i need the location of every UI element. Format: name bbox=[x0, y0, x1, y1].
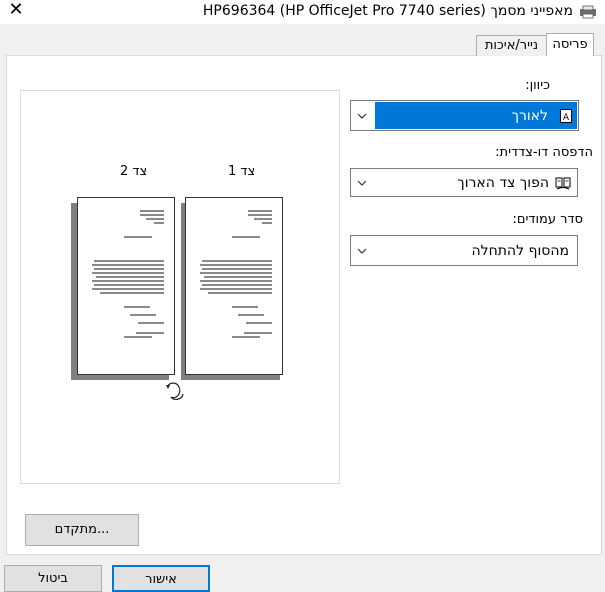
duplex-combobox[interactable]: הפוך צד הארוך bbox=[350, 168, 578, 197]
page-2-thumbnail bbox=[77, 197, 175, 375]
side-2-label: צד 2 bbox=[120, 164, 148, 179]
text-line bbox=[124, 336, 152, 338]
advanced-button[interactable]: מתקדם... bbox=[25, 514, 139, 546]
window-title: מאפייני מסמך (HP696364 (HP OfficeJet Pro… bbox=[202, 3, 573, 19]
chevron-down-icon bbox=[353, 169, 371, 196]
text-line bbox=[202, 268, 272, 270]
text-line bbox=[202, 284, 272, 286]
text-line bbox=[246, 322, 272, 324]
text-line bbox=[92, 288, 164, 290]
portrait-page-icon: A bbox=[560, 108, 572, 123]
text-line bbox=[140, 214, 164, 216]
text-line bbox=[140, 210, 164, 212]
text-line bbox=[138, 322, 164, 324]
tab-layout[interactable]: פריסה bbox=[546, 33, 594, 56]
text-line bbox=[204, 276, 272, 278]
text-line bbox=[244, 332, 272, 334]
page-1-thumbnail bbox=[185, 197, 283, 375]
text-line bbox=[136, 332, 164, 334]
text-line bbox=[146, 218, 164, 220]
flip-long-edge-icon bbox=[166, 382, 184, 400]
page-order-value: מהסוף להתחלה bbox=[471, 242, 569, 259]
text-line bbox=[124, 306, 150, 308]
text-line bbox=[208, 292, 272, 294]
text-line bbox=[248, 214, 272, 216]
text-line bbox=[248, 210, 272, 212]
text-line bbox=[154, 222, 164, 224]
text-line bbox=[202, 260, 272, 262]
text-line bbox=[200, 264, 272, 266]
text-line bbox=[92, 280, 164, 282]
text-line bbox=[232, 236, 260, 238]
text-line bbox=[262, 222, 272, 224]
duplex-preview bbox=[20, 90, 340, 484]
text-line bbox=[92, 272, 164, 274]
page-order-label: סדר עמודים: bbox=[512, 212, 583, 227]
text-line bbox=[130, 314, 156, 316]
printer-icon bbox=[580, 5, 596, 19]
orientation-label: כיוון: bbox=[525, 78, 550, 93]
text-line bbox=[254, 218, 272, 220]
duplex-book-icon bbox=[555, 177, 571, 189]
text-line bbox=[96, 276, 164, 278]
chevron-down-icon bbox=[353, 101, 371, 130]
text-line bbox=[94, 268, 164, 270]
duplex-value: הפוך צד הארוך bbox=[457, 174, 549, 191]
text-line bbox=[232, 336, 260, 338]
text-line bbox=[124, 236, 152, 238]
orientation-combobox[interactable]: לאורך A bbox=[350, 100, 579, 131]
text-line bbox=[200, 280, 272, 282]
duplex-label: הדפסה דו-צדדית: bbox=[495, 145, 593, 160]
cancel-button[interactable]: ביטול bbox=[4, 565, 102, 592]
text-line bbox=[94, 260, 164, 262]
close-button[interactable]: ✕ bbox=[4, 0, 28, 22]
page-order-combobox[interactable]: מהסוף להתחלה bbox=[350, 235, 578, 266]
side-1-label: צד 1 bbox=[228, 164, 256, 179]
svg-text:A: A bbox=[563, 113, 570, 123]
text-line bbox=[232, 306, 258, 308]
text-line bbox=[94, 284, 164, 286]
text-line bbox=[92, 264, 164, 266]
text-line bbox=[200, 272, 272, 274]
chevron-down-icon bbox=[353, 236, 371, 265]
text-line bbox=[100, 292, 164, 294]
text-line bbox=[200, 288, 272, 290]
text-line bbox=[238, 314, 264, 316]
tab-paper-quality[interactable]: נייר/איכות bbox=[476, 35, 547, 56]
ok-button[interactable]: אישור bbox=[112, 565, 210, 592]
orientation-value: לאורך bbox=[511, 107, 548, 124]
